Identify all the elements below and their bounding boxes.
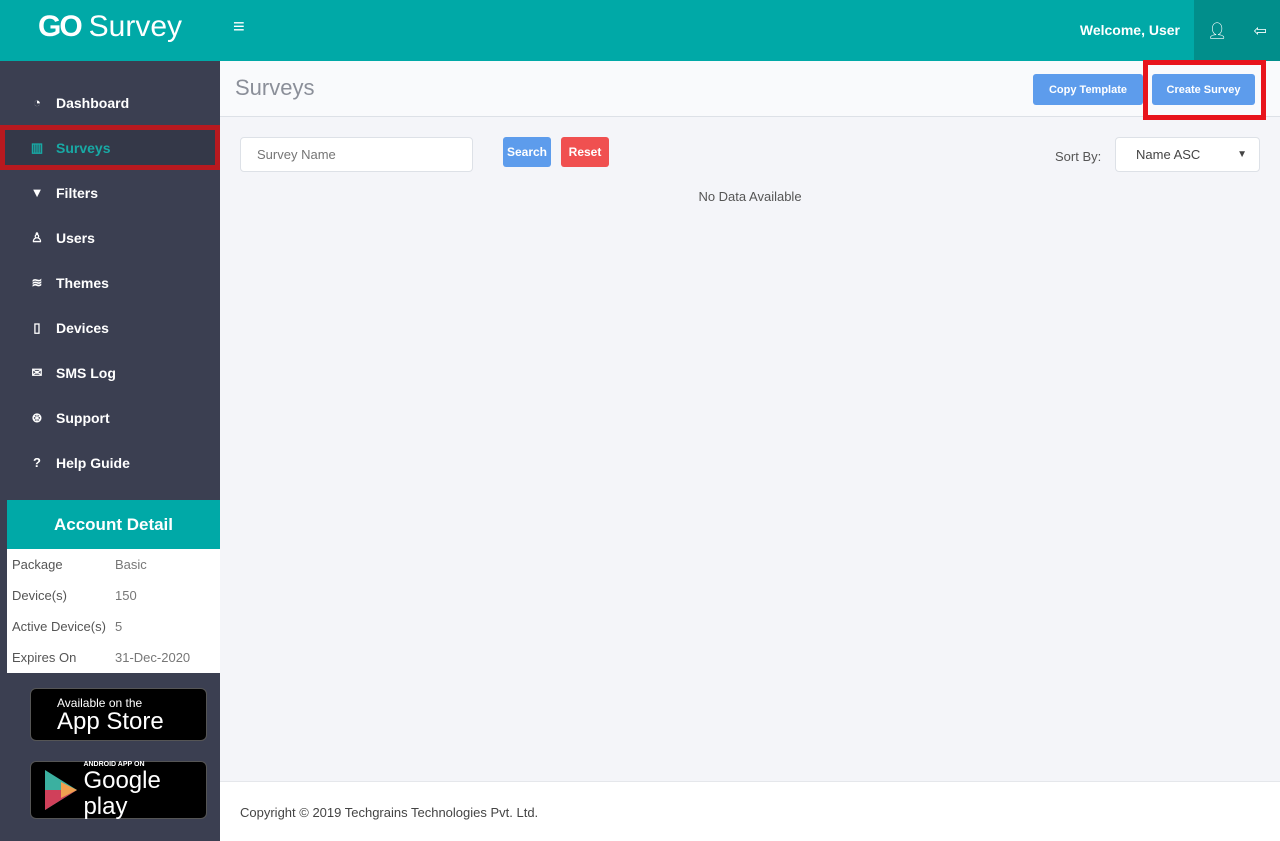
sidebar-item-themes[interactable]: ≋ Themes: [0, 260, 220, 305]
survey-name-input[interactable]: [240, 137, 473, 172]
empty-state: No Data Available: [698, 189, 802, 204]
question-icon: ?: [33, 455, 41, 470]
account-label: Device(s): [12, 588, 67, 603]
sidebar-item-label: SMS Log: [56, 364, 116, 381]
copyright: Copyright © 2019 Techgrains Technologies…: [240, 805, 539, 820]
sidebar-item-devices[interactable]: ▯ Devices: [0, 305, 220, 350]
google-play-icon: [45, 770, 77, 810]
account-value: 150: [115, 588, 137, 603]
account-value: 5: [115, 619, 123, 634]
account-row: Active Device(s) 5: [7, 611, 220, 642]
sidebar-item-help-guide[interactable]: ? Help Guide: [0, 440, 220, 485]
sort-label: Sort By:: [1055, 149, 1102, 164]
account-label: Expires On: [12, 650, 77, 665]
sidebar-item-label: Filters: [56, 184, 99, 201]
sidebar-item-surveys[interactable]: ▥ Surveys: [0, 125, 220, 170]
user-icon[interactable]: 👤︎: [1207, 21, 1227, 41]
sidebar-item-label: Devices: [56, 319, 109, 336]
account-label: Active Device(s): [12, 619, 106, 634]
google-play-badge[interactable]: ANDROID APP ON Google play: [30, 761, 207, 819]
hamburger-icon[interactable]: ≡: [233, 16, 245, 39]
account-row: Device(s) 150: [7, 580, 220, 611]
top-bar: GO Survey ≡ Welcome, User 👤︎ ⇦: [0, 0, 1280, 61]
sidebar-item-filters[interactable]: ▼ Filters: [0, 170, 220, 215]
account-detail: Account Detail Package Basic Device(s) 150 A…: [7, 500, 220, 673]
account-row: Package Basic: [7, 549, 220, 580]
account-value: 31-Dec-2020: [115, 650, 191, 665]
logout-icon[interactable]: ⇦: [1254, 21, 1267, 41]
book-icon: ▥: [30, 139, 44, 155]
copy-template-button[interactable]: Copy Template: [1033, 74, 1143, 105]
account-label: Package: [12, 557, 63, 572]
sidebar-item-label: Help Guide: [56, 454, 130, 471]
layers-icon: ≋: [31, 274, 43, 290]
chat-icon: ✉: [31, 364, 43, 380]
sidebar-item-users[interactable]: ♙ Users: [0, 215, 220, 260]
sidebar-item-label: Users: [56, 229, 95, 246]
account-row: Expires On 31-Dec-2020: [7, 642, 220, 673]
highlight-box: [1143, 60, 1266, 120]
account-detail-title: Account Detail: [7, 500, 220, 549]
dashboard-icon: ◔: [33, 95, 41, 110]
footer: Copyright © 2019 Techgrains Technologies…: [220, 781, 1280, 841]
sidebar-item-label: Support: [56, 409, 110, 426]
tablet-icon: ▯: [33, 319, 41, 335]
logo[interactable]: GO Survey: [38, 10, 182, 44]
search-button[interactable]: Search: [503, 137, 551, 167]
welcome-text: Welcome, User: [1079, 22, 1180, 38]
caret-down-icon: ▼: [1237, 149, 1247, 160]
sidebar-item-support[interactable]: ⊛ Support: [0, 395, 220, 440]
sidebar-item-label: Themes: [56, 274, 109, 291]
sidebar-item-dashboard[interactable]: ◔ Dashboard: [0, 80, 220, 125]
sort-select[interactable]: Name ASC ▼: [1115, 137, 1260, 172]
app-store-badge[interactable]: Available on the App Store: [30, 688, 207, 741]
sidebar-item-label: Dashboard: [56, 94, 130, 111]
sidebar-item-sms-log[interactable]: ✉ SMS Log: [0, 350, 220, 395]
sidebar-item-label: Surveys: [56, 139, 111, 156]
lifebuoy-icon: ⊛: [31, 409, 43, 425]
page-title: Surveys: [235, 75, 315, 100]
account-value: Basic: [115, 557, 147, 572]
sidebar: ◔ Dashboard ▥ Surveys ▼ Filters ♙ Users ≋ Themes ▯…: [0, 61, 220, 841]
reset-button[interactable]: Reset: [561, 137, 609, 167]
filter-icon: ▼: [30, 185, 44, 200]
user-icon: ♙: [31, 229, 43, 245]
